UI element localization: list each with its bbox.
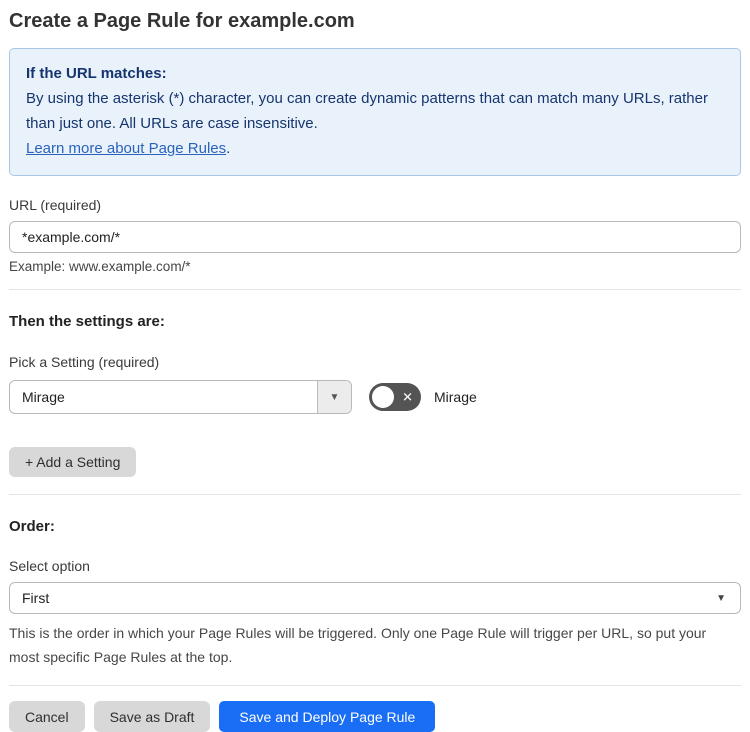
- order-helper-text: This is the order in which your Page Rul…: [9, 625, 707, 665]
- divider: [9, 289, 741, 290]
- chevron-down-icon: ▼: [716, 592, 726, 604]
- info-box-heading: If the URL matches:: [26, 65, 167, 82]
- order-section-heading: Order:: [9, 518, 55, 535]
- setting-select[interactable]: Mirage ▼: [9, 380, 352, 414]
- url-input[interactable]: [9, 221, 741, 253]
- pick-setting-label: Pick a Setting (required): [9, 354, 160, 370]
- setting-select-value: Mirage: [22, 389, 65, 405]
- link-suffix: .: [226, 140, 231, 157]
- setting-select-arrow-button[interactable]: ▼: [317, 381, 351, 413]
- learn-more-link[interactable]: Learn more about Page Rules: [26, 140, 226, 157]
- save-as-draft-button[interactable]: Save as Draft: [93, 701, 211, 732]
- add-setting-button[interactable]: + Add a Setting: [9, 447, 137, 477]
- order-select-value: First: [22, 590, 50, 606]
- save-and-deploy-button[interactable]: Save and Deploy Page Rule: [219, 701, 436, 732]
- setting-row: Mirage ▼ ✕ Mirage: [9, 380, 741, 414]
- settings-section-heading: Then the settings are:: [9, 313, 165, 330]
- mirage-toggle[interactable]: ✕: [369, 383, 421, 411]
- url-helper-text: Example: www.example.com/*: [9, 259, 191, 274]
- toggle-label: Mirage: [434, 389, 477, 405]
- toggle-off-x-icon: ✕: [402, 389, 413, 405]
- select-option-label: Select option: [9, 558, 90, 574]
- url-field-label: URL (required): [9, 197, 102, 213]
- info-box-link-row: Learn more about Page Rules.: [26, 136, 724, 161]
- chevron-down-icon: ▼: [329, 391, 340, 403]
- info-box-body: By using the asterisk (*) character, you…: [26, 90, 708, 132]
- divider: [9, 494, 741, 495]
- divider: [9, 685, 741, 686]
- page-title: Create a Page Rule for example.com: [9, 10, 355, 32]
- action-button-row: Cancel Save as Draft Save and Deploy Pag…: [9, 701, 741, 732]
- cancel-button[interactable]: Cancel: [9, 701, 85, 732]
- url-matches-info-box: If the URL matches: By using the asteris…: [9, 48, 741, 176]
- toggle-knob: [372, 386, 394, 408]
- order-select[interactable]: First ▼: [9, 582, 741, 614]
